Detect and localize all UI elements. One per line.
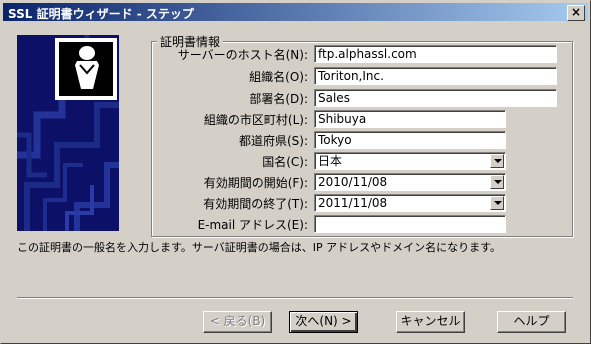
valid-to-label: 有効期間の終了(T): xyxy=(203,197,308,211)
city-label: 組織の市区町村(L): xyxy=(203,113,308,127)
email-label: E-mail アドレス(E): xyxy=(197,218,308,232)
country-select[interactable]: 日本 xyxy=(314,152,506,170)
back-button[interactable]: < 戻る(B) xyxy=(203,311,272,333)
email-input[interactable] xyxy=(314,215,506,233)
state-label: 都道府県(S): xyxy=(238,134,308,148)
banner-image xyxy=(17,35,119,231)
valid-to-value: 2011/11/08 xyxy=(318,196,388,210)
window-title: SSL 証明書ウィザード - ステップ xyxy=(8,7,194,21)
valid-to-select[interactable]: 2011/11/08 xyxy=(314,194,506,212)
chevron-down-icon[interactable] xyxy=(490,175,504,189)
chevron-down-icon[interactable] xyxy=(490,154,504,168)
cancel-button[interactable]: キャンセル xyxy=(396,311,465,333)
country-value: 日本 xyxy=(318,154,343,168)
department-label: 部署名(D): xyxy=(249,92,308,106)
country-label: 国名(C): xyxy=(262,155,308,169)
valid-from-label: 有効期間の開始(F): xyxy=(203,176,308,190)
banner-graphic xyxy=(17,35,119,231)
hostname-input[interactable]: ftp.alphassl.com xyxy=(314,45,557,63)
next-button[interactable]: 次へ(N) > xyxy=(289,311,358,333)
city-input[interactable]: Shibuya xyxy=(314,110,506,128)
valid-from-select[interactable]: 2010/11/08 xyxy=(314,173,506,191)
help-button[interactable]: ヘルプ xyxy=(497,311,566,333)
wizard-window: SSL 証明書ウィザード - ステップ × 証明書情報 サーバーのホスト名(N)… xyxy=(0,0,591,344)
organization-input[interactable]: Toriton,Inc. xyxy=(314,67,557,85)
divider xyxy=(17,297,573,299)
chevron-down-icon[interactable] xyxy=(490,196,504,210)
department-input[interactable]: Sales xyxy=(314,89,557,107)
organization-label: 組織名(O): xyxy=(249,70,308,84)
hostname-label: サーバーのホスト名(N): xyxy=(177,48,308,62)
title-bar[interactable]: SSL 証明書ウィザード - ステップ × xyxy=(3,3,588,21)
valid-from-value: 2010/11/08 xyxy=(318,175,388,189)
close-button[interactable]: × xyxy=(567,5,585,21)
state-input[interactable]: Tokyo xyxy=(314,131,506,149)
hint-text: この証明書の一般名を入力します。サーバ証明書の場合は、IP アドレスやドメイン名… xyxy=(17,241,502,254)
